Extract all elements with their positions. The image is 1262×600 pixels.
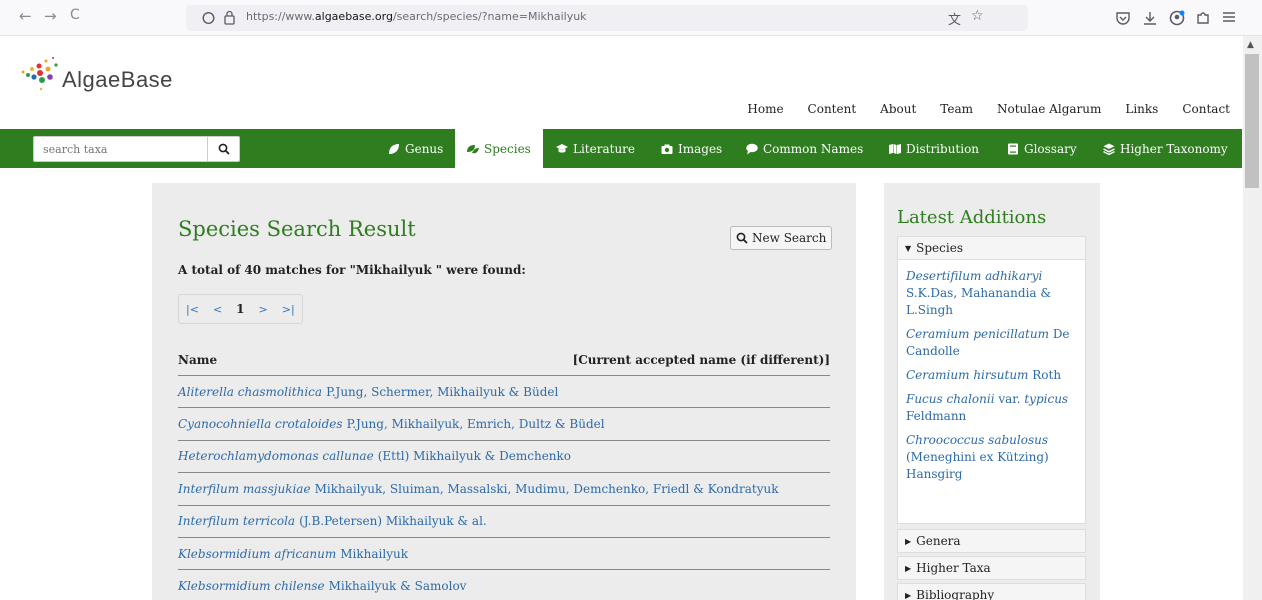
species-authority[interactable]: Mikhailyuk, Sluiman, Massalski, Mudimu, … [315,482,779,496]
tab-common-names[interactable]: Common Names [746,129,863,168]
browser-toolbar: ← → C https://www.algaebase.org/search/s… [0,0,1262,36]
table-row[interactable]: Klebsormidium chilense Mikhailyuk & Samol… [178,569,830,600]
book-icon [1008,143,1018,154]
translate-icon[interactable]: 文 [948,9,961,28]
results-panel: Species Search Result New Search A total… [152,183,856,600]
pocket-icon[interactable] [1115,10,1131,26]
species-name[interactable]: Cyanocohniella crotaloides [178,417,343,431]
camera-icon [661,144,673,154]
url-text: https://www.algaebase.org/search/species… [246,10,587,23]
species-name[interactable]: Interfilum terricola [178,514,295,528]
species-authority[interactable]: Mikhailyuk & Samolov [329,579,467,593]
species-name[interactable]: Aliterella chasmolithica [178,385,322,399]
list-item[interactable]: Desertifilum adhikaryi S.K.Das, Mahanand… [906,268,1077,319]
page-last-button[interactable]: >| [275,295,302,323]
species-authority[interactable]: Mikhailyuk [340,547,408,561]
layers-icon [1103,143,1115,155]
caret-down-icon: ▼ [905,243,912,253]
list-item[interactable]: Fucus chalonii var. typicus Feldmann [906,391,1077,425]
species-authority[interactable]: (J.B.Petersen) Mikhailyuk & al. [299,514,487,528]
table-row[interactable]: Interfilum terricola (J.B.Petersen) Mikha… [178,504,830,537]
page-first-button[interactable]: |< [179,295,206,323]
search-box [33,136,240,162]
tab-literature[interactable]: Literature [556,129,635,168]
shield-icon [202,11,215,25]
list-item[interactable]: Ceramium penicillatum De Candolle [906,326,1077,360]
forward-button[interactable]: → [44,7,57,25]
nav-notulae-algarum[interactable]: Notulae Algarum [997,102,1101,116]
tab-higher-taxonomy[interactable]: Higher Taxonomy [1103,129,1228,168]
bookmark-star-icon[interactable]: ☆ [971,8,984,24]
leaves-icon [467,144,479,153]
new-search-button[interactable]: New Search [730,226,833,250]
graduation-cap-icon [556,143,568,153]
table-row[interactable]: Klebsormidium africanum Mikhailyuk [178,536,830,569]
tab-images[interactable]: Images [661,129,722,168]
page-current[interactable]: 1 [229,295,251,323]
table-row[interactable]: Heterochlamydomonas callunae (Ettl) Mikha… [178,439,830,472]
search-icon [736,232,748,244]
nav-links[interactable]: Links [1125,102,1158,116]
speech-bubble-icon [746,143,758,154]
caret-right-icon: ▶ [905,590,912,600]
search-icon [218,143,230,155]
downloads-icon[interactable] [1142,10,1158,26]
lock-icon [224,10,235,25]
site-logo[interactable]: AlgaeBase [20,56,172,98]
menu-icon[interactable] [1222,11,1236,23]
accordion-species[interactable]: ▼ Species [897,236,1086,260]
scrollbar-thumb[interactable] [1245,54,1259,188]
page-prev-button[interactable]: < [206,295,229,323]
sidebar-title: Latest Additions [897,207,1047,228]
species-name[interactable]: Heterochlamydomonas callunae [178,449,374,463]
species-name[interactable]: Klebsormidium africanum [178,547,336,561]
tab-genus[interactable]: Genus [388,129,443,168]
tab-species[interactable]: Species [455,129,543,168]
results-summary: A total of 40 matches for "Mikhailyuk " … [178,263,526,277]
map-icon [889,143,901,154]
results-table: Aliterella chasmolithica P.Jung, Schermer… [178,375,830,600]
accordion-genera[interactable]: ▶ Genera [897,529,1086,553]
reload-button[interactable]: C [70,7,80,23]
search-button[interactable] [207,137,239,161]
leaf-icon [389,143,399,154]
back-button[interactable]: ← [19,7,32,25]
caret-right-icon: ▶ [905,563,912,573]
logo-text: AlgaeBase [62,67,173,92]
accordion-higher-taxa[interactable]: ▶ Higher Taxa [897,556,1086,580]
column-header-accepted-name: [Current accepted name (if different)] [572,353,830,367]
species-authority[interactable]: (Ettl) Mikhailyuk & Demchenko [378,449,571,463]
species-name[interactable]: Klebsormidium chilense [178,579,325,593]
latest-species-list: Desertifilum adhikaryi S.K.Das, Mahanand… [897,260,1086,524]
page-title: Species Search Result [178,217,416,241]
list-item[interactable]: Ceramium hirsutum Roth [906,367,1077,384]
pagination: |< < 1 > >| [178,294,303,324]
species-authority[interactable]: P.Jung, Mikhailyuk, Emrich, Dultz & Büde… [347,417,605,431]
nav-contact[interactable]: Contact [1182,102,1230,116]
tab-distribution[interactable]: Distribution [889,129,979,168]
table-row[interactable]: Interfilum massjukiae Mikhailyuk, Sluiman… [178,472,830,504]
account-icon[interactable] [1168,9,1186,27]
scroll-up-arrow-icon[interactable]: ▲ [1247,40,1254,50]
table-row[interactable]: Aliterella chasmolithica P.Jung, Schermer… [178,375,830,407]
nav-home[interactable]: Home [747,102,783,116]
search-input[interactable] [34,137,208,161]
nav-about[interactable]: About [880,102,916,116]
algaebase-logo-icon [21,57,58,91]
tab-glossary[interactable]: Glossary [1007,129,1077,168]
nav-team[interactable]: Team [940,102,973,116]
column-header-name: Name [178,353,218,367]
latest-additions-panel: Latest Additions ▼ Species Desertifilum … [884,183,1100,600]
nav-content[interactable]: Content [808,102,857,116]
accordion-bibliography[interactable]: ▶ Bibliography [897,583,1086,600]
species-authority[interactable]: P.Jung, Schermer, Mikhailyuk & Büdel [326,385,558,399]
caret-right-icon: ▶ [905,536,912,546]
page-next-button[interactable]: > [252,295,275,323]
species-name[interactable]: Interfilum massjukiae [178,482,311,496]
table-row[interactable]: Cyanocohniella crotaloides P.Jung, Mikhai… [178,407,830,439]
address-bar[interactable]: https://www.algaebase.org/search/species… [186,5,1028,31]
list-item[interactable]: Chroococcus sabulosus (Meneghini ex Kütz… [906,432,1077,483]
top-nav: Home Content About Team Notulae Algarum … [747,102,1230,116]
extensions-icon[interactable] [1195,10,1211,26]
